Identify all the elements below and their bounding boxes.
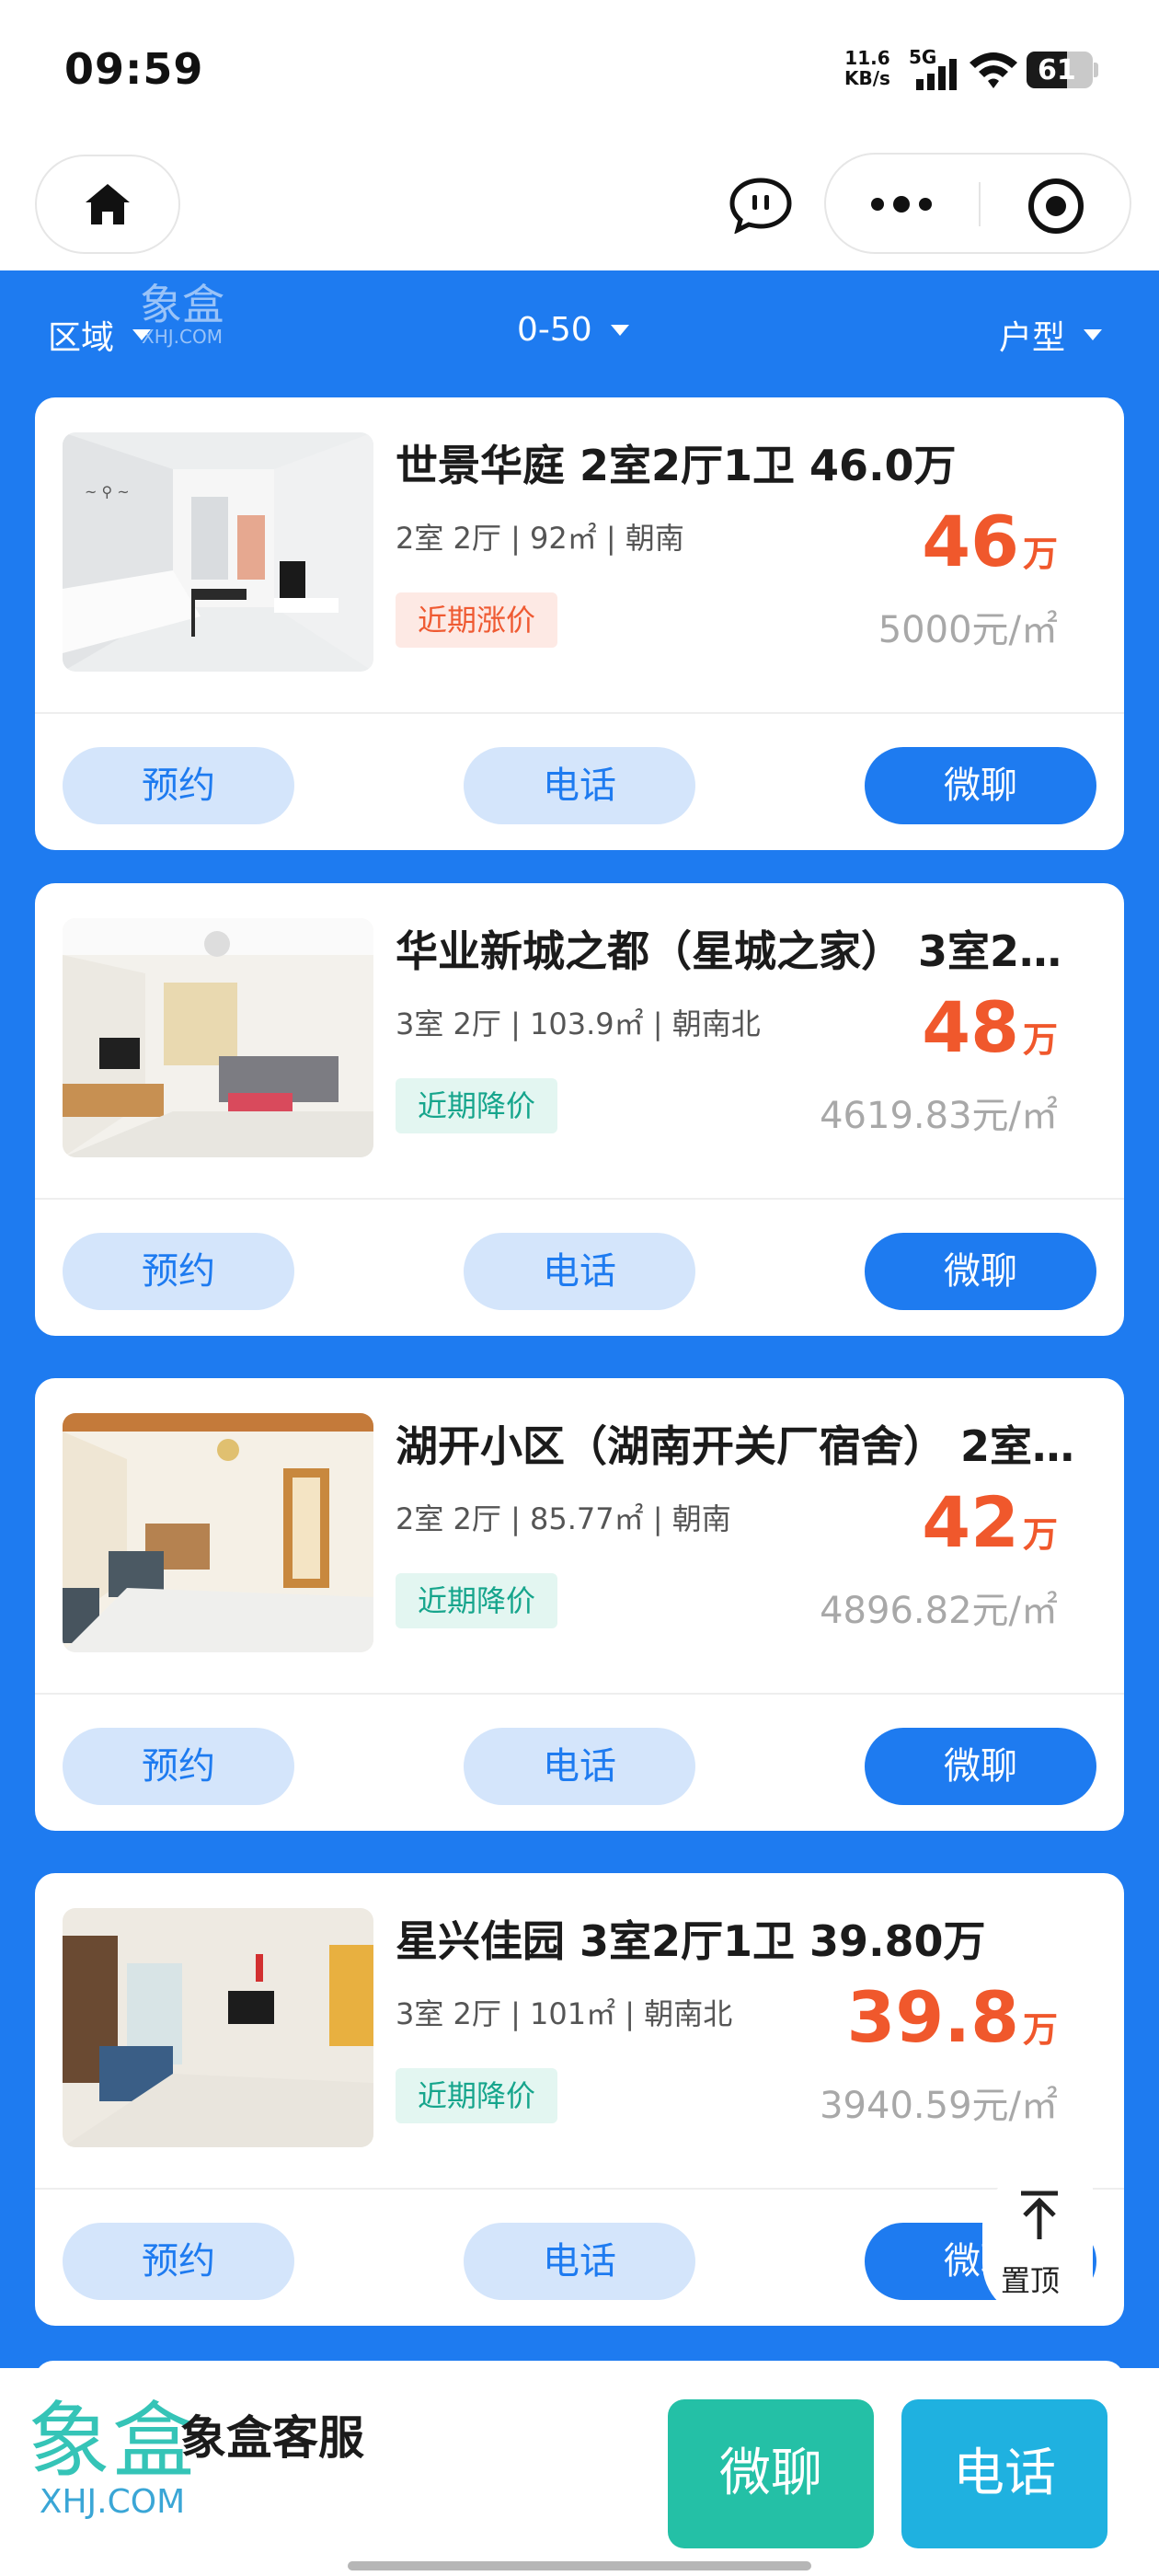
unit-price: 4619.83元/㎡ [820, 1095, 1058, 1137]
brand-logo: 象盒 XHJ.COM [28, 2393, 197, 2521]
price-trend-badge: 近期降价 [396, 1078, 558, 1133]
listing-meta: 3室 2厅 | 103.9㎡ | 朝南北 [396, 1006, 761, 1041]
filter-price[interactable]: 0-50 [517, 311, 629, 349]
listing-photo[interactable] [63, 1908, 373, 2147]
close-target-icon[interactable] [1027, 177, 1085, 239]
listing-photo[interactable] [63, 1413, 373, 1652]
unit-price: 5000元/㎡ [878, 609, 1058, 651]
unit-price: 4896.82元/㎡ [820, 1590, 1058, 1632]
chat-button[interactable]: 微聊 [865, 1728, 1096, 1805]
total-price: 48 万 [922, 986, 1058, 1068]
card-divider [35, 1198, 1124, 1200]
listing-card[interactable]: 星兴佳园 3室2厅1卫 39.80万 3室 2厅 | 101㎡ | 朝南北 近期… [35, 1873, 1124, 2326]
arrow-up-icon [1017, 2190, 1061, 2245]
listing-photo[interactable] [63, 918, 373, 1157]
battery-icon: 61 [1027, 52, 1093, 88]
listing-card[interactable]: ~ ⚲ ~ 世景华庭 2室2厅1卫 46.0万 2室 2厅 | 92㎡ | 朝南… [35, 397, 1124, 850]
card-divider [35, 712, 1124, 714]
book-viewing-button[interactable]: 预约 [63, 1233, 294, 1310]
battery-tip [1094, 63, 1098, 77]
phone-button[interactable]: 电话 [464, 1728, 695, 1805]
price-trend-badge: 近期降价 [396, 1573, 558, 1628]
phone-button[interactable]: 电话 [464, 2223, 695, 2300]
total-price: 42 万 [922, 1481, 1058, 1563]
phone-button[interactable]: 电话 [464, 747, 695, 824]
bottom-bar: 象盒 XHJ.COM 象盒客服 微聊 电话 [0, 2368, 1159, 2576]
price-trend-badge: 近期涨价 [396, 592, 558, 648]
watermark: 象盒 XHJ.COM [140, 280, 224, 348]
capsule-divider [979, 182, 981, 226]
card-divider [35, 1693, 1124, 1695]
listing-title[interactable]: 世景华庭 2室2厅1卫 46.0万 [396, 432, 1095, 493]
price-trend-badge: 近期降价 [396, 2068, 558, 2123]
customer-chat-icon[interactable] [729, 177, 793, 237]
filter-bar: 区域 象盒 XHJ.COM 0-50 户型 [0, 270, 1159, 390]
miniapp-capsule [824, 153, 1131, 254]
chat-button[interactable]: 微聊 [865, 1233, 1096, 1310]
status-time: 09:59 [64, 44, 204, 94]
back-to-top-label: 置顶 [1001, 2263, 1061, 2298]
phone-button[interactable]: 电话 [464, 1233, 695, 1310]
chevron-down-icon [1084, 329, 1103, 340]
battery-level: 61 [1038, 54, 1076, 86]
more-icon[interactable] [868, 193, 935, 219]
filter-layout[interactable]: 户型 [999, 311, 1103, 359]
network-speed: 11.6 KB/s [844, 47, 890, 89]
book-viewing-button[interactable]: 预约 [63, 2223, 294, 2300]
listing-card[interactable]: 湖开小区（湖南开关厂宿舍） 2室2厅1卫 42.0万 2室 2厅 | 85.77… [35, 1378, 1124, 1831]
listing-meta: 2室 2厅 | 85.77㎡ | 朝南 [396, 1501, 731, 1536]
listing-title[interactable]: 星兴佳园 3室2厅1卫 39.80万 [396, 1908, 1095, 1969]
card-divider [35, 2188, 1124, 2190]
unit-price: 3940.59元/㎡ [820, 2085, 1058, 2127]
home-button[interactable] [35, 155, 180, 254]
listing-title[interactable]: 华业新城之都（星城之家） 3室2厅1卫 48.0万 [396, 918, 1095, 979]
filter-area[interactable]: 区域 [48, 311, 152, 359]
book-viewing-button[interactable]: 预约 [63, 1728, 294, 1805]
chevron-down-icon [610, 324, 629, 336]
status-bar: 09:59 11.6 KB/s 5G 61 [0, 0, 1159, 138]
total-price: 39.8 万 [846, 1976, 1058, 2058]
home-indicator[interactable] [348, 2561, 811, 2570]
book-viewing-button[interactable]: 预约 [63, 747, 294, 824]
back-to-top-button[interactable]: 置顶 [982, 2171, 1093, 2318]
svg-text:~ ⚲ ~: ~ ⚲ ~ [85, 483, 130, 500]
chat-button[interactable]: 微聊 [865, 747, 1096, 824]
service-phone-button[interactable]: 电话 [901, 2399, 1107, 2548]
listing-photo[interactable]: ~ ⚲ ~ [63, 432, 373, 672]
total-price: 46 万 [922, 500, 1058, 582]
home-icon [86, 184, 130, 224]
listing-title[interactable]: 湖开小区（湖南开关厂宿舍） 2室2厅1卫 42.0万 [396, 1413, 1095, 1474]
customer-service-name: 象盒客服 [180, 2411, 364, 2465]
wifi-icon [968, 50, 1019, 94]
service-chat-button[interactable]: 微聊 [668, 2399, 874, 2548]
listing-meta: 2室 2厅 | 92㎡ | 朝南 [396, 521, 684, 556]
listing-meta: 3室 2厅 | 101㎡ | 朝南北 [396, 1996, 733, 2031]
listing-card[interactable]: 华业新城之都（星城之家） 3室2厅1卫 48.0万 3室 2厅 | 103.9㎡… [35, 883, 1124, 1336]
